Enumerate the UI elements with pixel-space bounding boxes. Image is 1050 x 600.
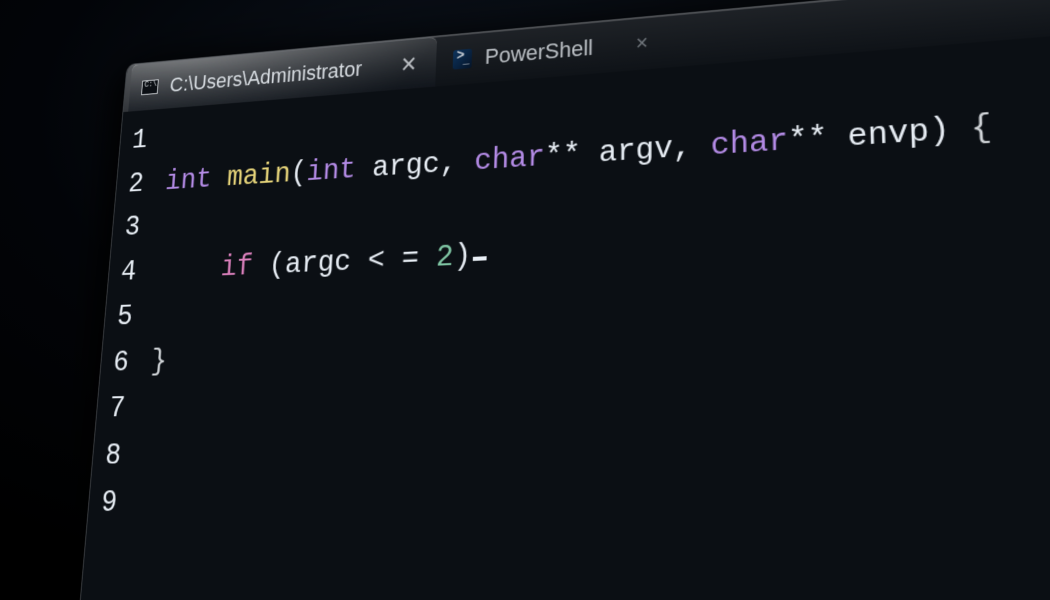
line-number: 7 <box>107 386 126 433</box>
line-number: 8 <box>103 433 123 480</box>
line-number: 9 <box>99 480 119 528</box>
close-icon[interactable]: ✕ <box>400 51 418 77</box>
identifier: argv <box>598 131 672 171</box>
operator: ** <box>788 120 828 159</box>
close-icon[interactable]: ✕ <box>635 33 649 54</box>
tab-title: C:\Users\Administrator <box>169 56 363 97</box>
code-line <box>134 528 1014 595</box>
operator: < = <box>350 241 437 279</box>
code-line: if (argc < = 2) <box>157 206 999 294</box>
tab-title: PowerShell <box>484 35 593 70</box>
code-line: int main(int argc, char** argv, char** e… <box>164 103 994 205</box>
comma: , <box>439 145 475 181</box>
code-content[interactable]: int main(int argc, char** argv, char** e… <box>117 41 1020 600</box>
paren-close: ) <box>928 112 950 150</box>
identifier: envp <box>847 113 930 155</box>
function-name: main <box>226 158 292 195</box>
operator: ** <box>544 138 581 175</box>
keyword-type: int <box>164 163 213 198</box>
comma: , <box>673 129 711 167</box>
keyword-flow: if <box>220 250 254 285</box>
terminal-window: C:\Users\Administrator ✕ PowerShell ✕ 1 … <box>72 0 1050 600</box>
line-number: 2 <box>127 162 146 207</box>
cmd-icon <box>141 79 159 95</box>
brace-close: } <box>150 345 168 379</box>
line-number: 4 <box>119 250 138 295</box>
keyword-type: char <box>474 140 545 179</box>
number-literal: 2 <box>436 240 455 276</box>
identifier: argc <box>284 245 352 282</box>
line-number: 3 <box>123 206 142 251</box>
keyword-type: char <box>711 123 789 164</box>
code-line: } <box>149 313 1003 386</box>
code-line <box>142 423 1009 480</box>
brace-open: { <box>949 109 993 149</box>
line-number: 5 <box>115 295 134 341</box>
paren-close: ) <box>453 239 472 275</box>
line-number: 1 <box>130 119 149 163</box>
keyword-type: int <box>306 153 357 189</box>
line-number: 6 <box>111 340 130 386</box>
text-cursor <box>473 256 487 261</box>
indent <box>157 251 222 287</box>
powershell-icon <box>452 49 472 70</box>
identifier: argc <box>372 147 441 185</box>
